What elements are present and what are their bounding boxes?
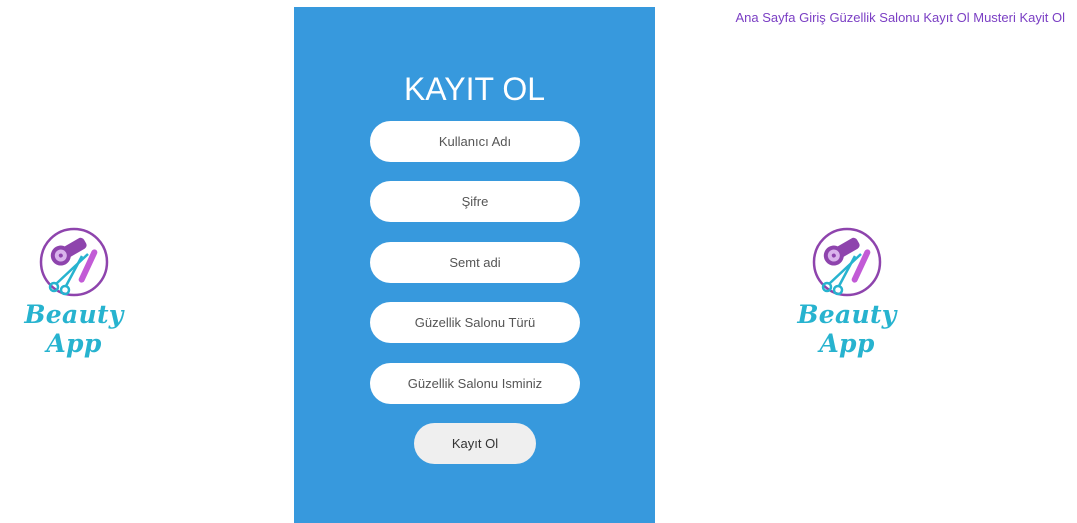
password-input[interactable] xyxy=(370,181,580,222)
username-input[interactable] xyxy=(370,121,580,162)
brand-logo-left: Beauty App xyxy=(10,226,138,358)
brand-logo-right: Beauty App xyxy=(783,226,911,358)
register-button[interactable]: Kayıt Ol xyxy=(414,423,536,464)
register-panel: KAYIT OL Kayıt Ol xyxy=(294,7,655,523)
district-input[interactable] xyxy=(370,242,580,283)
nav-link-customer-register[interactable]: Musteri Kayit Ol xyxy=(973,10,1065,25)
form-title: KAYIT OL xyxy=(403,71,546,107)
top-nav: Ana Sayfa Giriş Güzellik Salonu Kayıt Ol… xyxy=(735,10,1065,25)
hairdryer-scissors-comb-icon xyxy=(812,227,882,297)
nav-link-home[interactable]: Ana Sayfa xyxy=(735,10,795,25)
brand-name: Beauty App xyxy=(24,300,124,358)
salon-type-input[interactable] xyxy=(370,302,580,343)
salon-name-input[interactable] xyxy=(370,363,580,404)
brand-name: Beauty App xyxy=(797,300,897,358)
nav-link-salon-register[interactable]: Güzellik Salonu Kayıt Ol xyxy=(829,10,969,25)
nav-link-login[interactable]: Giriş xyxy=(799,10,826,25)
hairdryer-scissors-comb-icon xyxy=(39,227,109,297)
